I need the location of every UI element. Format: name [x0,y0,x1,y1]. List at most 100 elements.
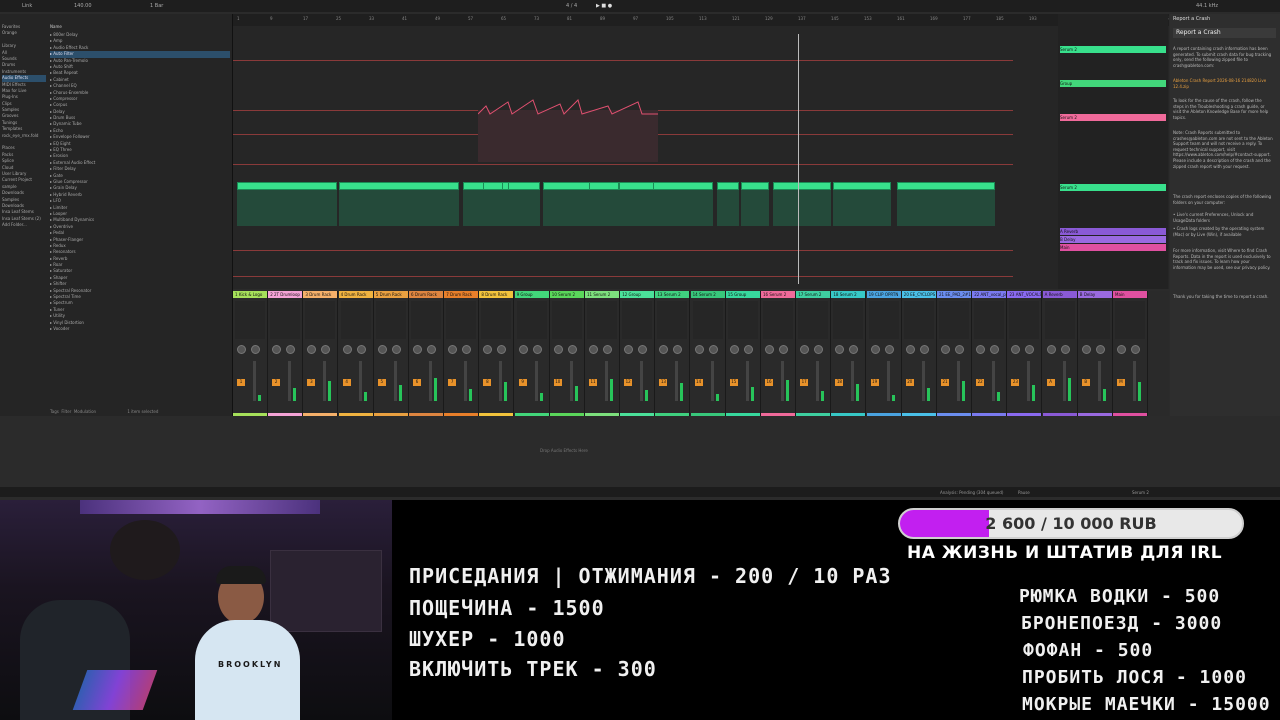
audio-clip-waveform[interactable] [741,190,769,226]
send-knob[interactable] [1046,345,1056,354]
audio-clip-waveform[interactable] [483,190,503,226]
io-routing[interactable] [939,301,969,339]
send-knob[interactable] [835,345,845,354]
track-activator-button[interactable]: 9 [518,379,527,386]
track-activator-button[interactable]: 1 [237,379,245,386]
channel-title[interactable]: 5 Drum Rack [373,291,408,298]
send-knob[interactable] [624,345,634,354]
io-routing[interactable] [446,301,477,339]
channel-title[interactable]: 22 ANT_vocal_pit [972,291,1007,298]
volume-fader[interactable] [957,361,960,401]
arrangement-view[interactable]: 1 9 17 25 33 41 49 57 65 73 81 89 97 105 113 121 129 137 1… [233,14,1169,289]
io-routing[interactable] [727,301,758,339]
send-knob[interactable] [272,345,282,354]
audio-clip-header[interactable] [833,182,891,190]
audio-clip-header[interactable] [483,182,503,190]
channel-title[interactable]: 19 CLIP OPRTN [866,291,901,298]
audio-clip-waveform[interactable] [833,190,891,226]
channel-title[interactable]: 10 Serum 2 [549,291,584,298]
channel-title[interactable]: 14 Serum 2 [690,291,725,298]
audio-clip-waveform[interactable] [653,190,713,226]
browser-footer-tab[interactable]: Tags [50,409,59,414]
io-routing[interactable] [1079,301,1110,339]
timeline-ruler[interactable]: 1 9 17 25 33 41 49 57 65 73 81 89 97 105 113 121 129 137 1… [233,14,1169,26]
send-knob[interactable] [391,345,401,354]
audio-clip-waveform[interactable] [589,190,619,226]
audio-clip-header[interactable] [508,182,540,190]
send-knob[interactable] [377,345,387,354]
volume-fader[interactable] [1133,361,1136,401]
send-knob[interactable] [286,345,296,354]
send-knob[interactable] [448,345,458,354]
send-knob[interactable] [659,345,669,354]
send-knob[interactable] [884,345,894,354]
audio-clip-header[interactable] [653,182,713,190]
track-activator-button[interactable]: 12 [624,379,633,386]
send-knob[interactable] [413,345,422,354]
channel-title[interactable]: 7 Drum Rack [444,291,479,298]
send-knob[interactable] [976,345,986,354]
channel-title[interactable]: 3 Drum Rack [303,291,338,298]
io-routing[interactable] [340,301,371,339]
volume-fader[interactable] [816,361,820,401]
send-knob[interactable] [356,345,366,354]
track-activator-button[interactable]: 2 [272,379,281,386]
io-routing[interactable] [516,301,547,339]
send-knob[interactable] [1081,345,1091,354]
send-knob[interactable] [955,345,964,354]
play-button[interactable]: ▶ ■ ● [596,3,612,9]
track-header[interactable]: Serum 2 [1060,114,1166,121]
track-activator-button[interactable]: 3 [307,379,316,386]
track-activator-button[interactable]: B [1081,379,1090,386]
send-knob[interactable] [849,345,859,354]
send-knob[interactable] [483,345,493,354]
track-header[interactable]: B Delay [1060,236,1166,243]
report-file-link[interactable]: Ableton Crash Report 2026-08-16 214820 L… [1173,78,1273,89]
volume-fader[interactable] [358,361,362,401]
volume-fader[interactable] [710,361,714,401]
send-knob[interactable] [905,345,915,354]
audio-clip-waveform[interactable] [339,190,459,226]
channel-title[interactable]: B Delay [1077,291,1112,298]
io-routing[interactable] [974,301,1005,339]
volume-fader[interactable] [569,361,573,401]
send-knob[interactable] [427,345,436,354]
volume-fader[interactable] [1062,361,1066,401]
channel-title[interactable]: Main [1113,291,1147,298]
send-knob[interactable] [1025,345,1035,354]
channel-title[interactable]: 18 Serum 2 [831,291,866,298]
send-knob[interactable] [1060,345,1070,354]
io-routing[interactable] [903,301,934,339]
channel-title[interactable]: 1 Kick & Logo [233,291,267,298]
track-activator-button[interactable]: 15 [729,379,738,386]
volume-fader[interactable] [253,361,256,401]
send-knob[interactable] [251,345,260,354]
send-knob[interactable] [518,345,528,354]
io-routing[interactable] [235,301,265,339]
volume-fader[interactable] [992,361,996,401]
io-routing[interactable] [481,301,512,339]
send-knob[interactable] [553,345,563,354]
audio-clip-waveform[interactable] [897,190,995,226]
audio-clip-waveform[interactable] [508,190,540,226]
volume-fader[interactable] [781,361,784,401]
volume-fader[interactable] [323,361,327,401]
io-routing[interactable] [763,301,793,339]
track-activator-button[interactable]: M [1117,379,1125,386]
send-knob[interactable] [800,345,810,354]
volume-fader[interactable] [534,361,538,401]
browser-category[interactable]: Add Folder... [2,222,46,228]
track-activator-button[interactable]: 6 [413,379,421,386]
track-activator-button[interactable]: 10 [553,379,562,386]
send-knob[interactable] [603,345,612,354]
send-knob[interactable] [779,345,788,354]
send-knob[interactable] [919,345,929,354]
send-knob[interactable] [1117,345,1126,354]
audio-clip-header[interactable] [897,182,995,190]
channel-title[interactable]: 12 Group [620,291,655,298]
channel-title[interactable]: 17 Serum 2 [796,291,831,298]
track-activator-button[interactable]: 18 [835,379,844,386]
io-routing[interactable] [622,301,653,339]
volume-fader[interactable] [605,361,608,401]
channel-title[interactable]: 13 Serum 2 [655,291,690,298]
